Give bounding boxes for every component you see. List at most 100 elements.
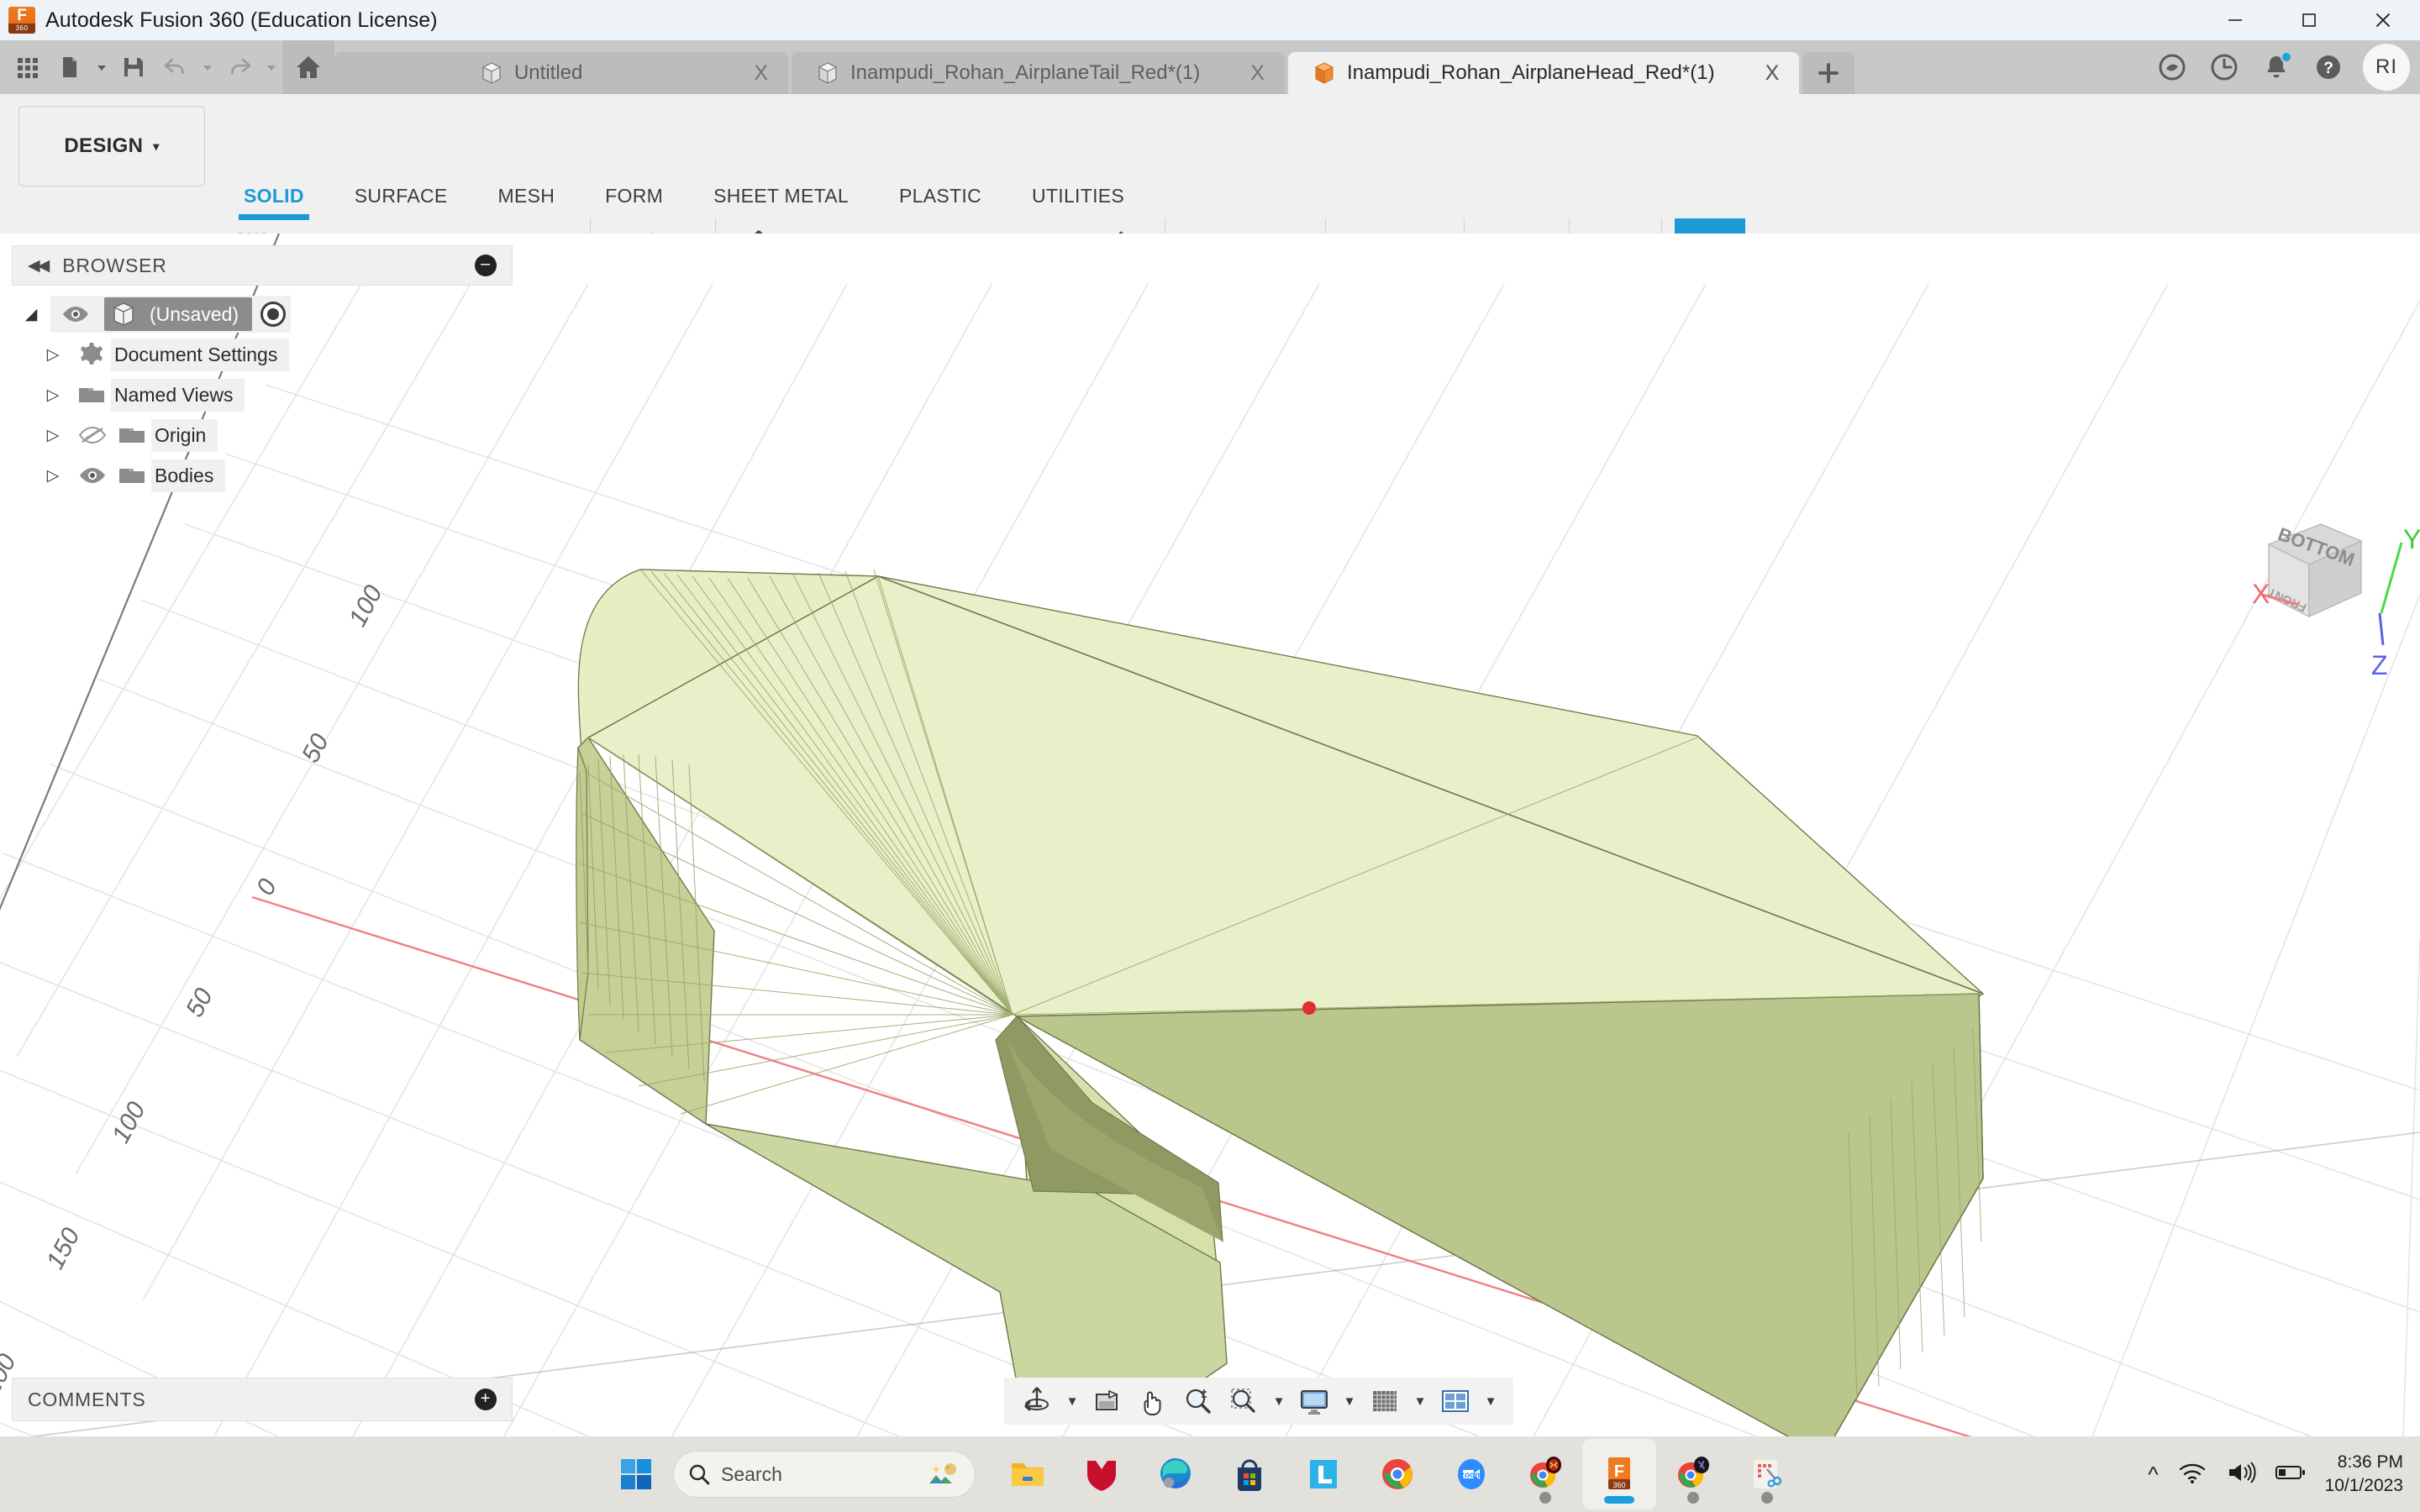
visibility-eye-icon[interactable] [72, 466, 113, 485]
new-tab-button[interactable] [1802, 52, 1855, 94]
chrome-app-red-icon[interactable] [1508, 1439, 1582, 1509]
activate-component-radio[interactable] [260, 302, 287, 327]
comments-panel[interactable]: COMMENTS + [12, 1378, 513, 1421]
zoom-button[interactable] [1177, 1380, 1219, 1422]
grid-snaps-button[interactable] [1364, 1380, 1406, 1422]
speaker-icon[interactable] [2226, 1460, 2256, 1489]
svg-text:zoom: zoom [1460, 1471, 1482, 1480]
tab-surface[interactable]: SURFACE [329, 185, 473, 220]
pan-button[interactable] [1132, 1380, 1174, 1422]
document-cube-icon [113, 302, 134, 326]
file-explorer-icon[interactable] [991, 1439, 1065, 1509]
mcafee-icon[interactable] [1065, 1439, 1139, 1509]
document-tab-label: Untitled [513, 61, 583, 84]
axis-label-z: Z [2371, 650, 2388, 680]
zoom-icon[interactable]: zoom [1434, 1439, 1508, 1509]
tab-sheet-metal[interactable]: SHEET METAL [688, 185, 874, 220]
taskbar-search-box[interactable]: Search [673, 1451, 976, 1498]
visibility-eye-icon[interactable] [55, 305, 96, 323]
collapse-left-icon[interactable]: ◀◀ [28, 256, 50, 276]
lastpass-icon[interactable] [1286, 1439, 1360, 1509]
tab-plastic[interactable]: PLASTIC [874, 185, 1007, 220]
viewports-button[interactable] [1434, 1380, 1476, 1422]
expand-arrow-icon[interactable]: ▷ [34, 466, 72, 486]
orbit-dropdown-caret-icon[interactable]: ▼ [1061, 1380, 1083, 1422]
google-chrome-icon[interactable] [1360, 1439, 1434, 1509]
job-status-clock-icon[interactable] [2200, 43, 2249, 92]
expand-arrow-icon[interactable]: ▷ [34, 426, 72, 445]
tree-item-label: (Unsaved) [150, 302, 239, 325]
tree-item-document-settings[interactable]: ▷ Document Settings [12, 334, 513, 375]
zoom-window-button[interactable] [1223, 1380, 1265, 1422]
fusion360-taskbar-icon[interactable]: F 360 [1582, 1439, 1656, 1509]
search-placeholder: Search [721, 1462, 782, 1485]
start-button[interactable] [599, 1439, 673, 1509]
undo-button[interactable] [155, 44, 197, 91]
tree-item-origin[interactable]: ▷ Origin [12, 415, 513, 455]
document-tab-airplane-head[interactable]: Inampudi_Rohan_AirplaneHead_Red*(1) X [1287, 52, 1800, 94]
plus-circle-icon[interactable]: + [475, 1389, 497, 1410]
zoom-dropdown-caret-icon[interactable]: ▼ [1268, 1380, 1290, 1422]
snipping-tool-icon[interactable] [1730, 1439, 1804, 1509]
browser-tree: ◢ (Unsaved) ▷ Document Settings ▷ Named … [12, 286, 513, 496]
home-button[interactable] [282, 40, 334, 94]
chrome-app-dark-icon[interactable] [1656, 1439, 1730, 1509]
document-tab-close-icon[interactable]: X [754, 62, 768, 84]
gray-cube-icon [818, 62, 838, 84]
folder-icon [113, 465, 151, 486]
tree-item-named-views[interactable]: ▷ Named Views [12, 375, 513, 415]
redo-button[interactable] [218, 44, 260, 91]
window-title: Autodesk Fusion 360 (Education License) [45, 8, 438, 32]
document-tab-airplane-tail[interactable]: Inampudi_Rohan_AirplaneTail_Red*(1) X [792, 52, 1285, 94]
new-file-dropdown-caret-icon[interactable] [91, 44, 113, 91]
tab-utilities[interactable]: UTILITIES [1007, 185, 1150, 220]
undo-dropdown-caret-icon[interactable] [197, 44, 218, 91]
viewports-dropdown-caret-icon[interactable]: ▼ [1480, 1380, 1502, 1422]
extensions-icon[interactable] [2148, 43, 2196, 92]
redo-dropdown-caret-icon[interactable] [260, 44, 282, 91]
orbit-button[interactable] [1016, 1380, 1058, 1422]
tree-item-bodies[interactable]: ▷ Bodies [12, 455, 513, 496]
document-tab-close-icon[interactable]: X [1765, 62, 1780, 84]
visibility-hidden-eye-icon[interactable] [72, 425, 113, 445]
ribbon-tab-label: SHEET METAL [713, 185, 850, 207]
tab-solid[interactable]: SOLID [218, 185, 329, 220]
wifi-icon[interactable] [2177, 1460, 2207, 1489]
help-question-icon[interactable]: ? [2304, 43, 2353, 92]
document-tab-close-icon[interactable]: X [1250, 62, 1265, 84]
minus-circle-icon[interactable]: – [475, 255, 497, 276]
tray-chevron-up-icon[interactable]: ^ [2148, 1462, 2158, 1488]
search-highlights-icon [929, 1463, 956, 1483]
expand-arrow-icon[interactable]: ▷ [34, 386, 72, 405]
workspace-switcher-button[interactable]: DESIGN ▾ [18, 106, 205, 186]
svg-text:360: 360 [1612, 1481, 1625, 1489]
browser-header: ◀◀ BROWSER – [12, 245, 513, 286]
document-tab-untitled[interactable]: Untitled X [334, 52, 788, 94]
save-button[interactable] [113, 44, 155, 91]
maximize-button[interactable] [2272, 0, 2346, 40]
show-data-panel-button[interactable] [7, 44, 49, 91]
expand-arrow-icon[interactable]: ▷ [34, 345, 72, 365]
tab-form[interactable]: FORM [580, 185, 688, 220]
look-at-button[interactable] [1086, 1380, 1128, 1422]
tree-item-unsaved[interactable]: ◢ (Unsaved) [12, 294, 513, 334]
close-button[interactable] [2346, 0, 2420, 40]
tree-item-label: Bodies [151, 459, 226, 492]
minimize-button[interactable] [2198, 0, 2272, 40]
taskbar-clock[interactable]: 8:36 PM 10/1/2023 [2325, 1451, 2403, 1499]
document-tab-label: Inampudi_Rohan_AirplaneHead_Red*(1) [1346, 61, 1715, 84]
notifications-bell-icon[interactable] [2252, 43, 2301, 92]
microsoft-edge-icon[interactable] [1139, 1439, 1213, 1509]
new-file-button[interactable] [49, 44, 91, 91]
axis-label-x: X [2252, 579, 2270, 609]
grid-dropdown-caret-icon[interactable]: ▼ [1409, 1380, 1431, 1422]
ribbon-tab-label: SOLID [244, 185, 304, 207]
expand-arrow-icon[interactable]: ◢ [12, 305, 50, 324]
tab-mesh[interactable]: MESH [473, 185, 581, 220]
account-avatar[interactable]: RI [2363, 44, 2410, 91]
display-settings-button[interactable] [1293, 1380, 1335, 1422]
folder-icon [113, 424, 151, 446]
microsoft-store-icon[interactable] [1213, 1439, 1286, 1509]
battery-icon[interactable] [2275, 1462, 2307, 1487]
display-dropdown-caret-icon[interactable]: ▼ [1339, 1380, 1360, 1422]
